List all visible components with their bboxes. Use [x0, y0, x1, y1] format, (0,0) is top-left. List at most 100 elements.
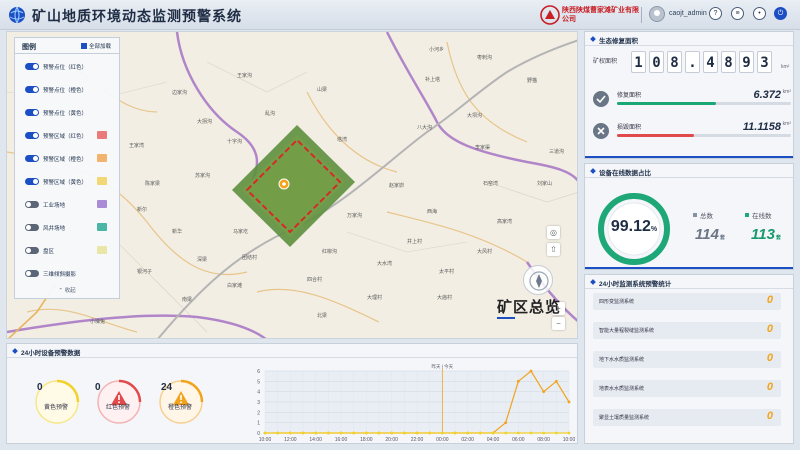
monitor-system-name: 四形变监测系统 — [599, 299, 635, 305]
select-all-checkbox[interactable]: 全部加载 — [81, 42, 111, 50]
chart-point — [466, 431, 470, 435]
layer-toggle[interactable] — [25, 86, 39, 93]
restored-area-label: 修复面积 — [617, 93, 642, 99]
layer-toggle[interactable] — [25, 155, 39, 162]
zoom-out-button[interactable]: − — [552, 317, 565, 330]
monitor-system-row[interactable]: 四形变监测系统 0 — [593, 293, 781, 310]
company-brand: 陕西陕煤曹家滩矿业有限公司 — [540, 3, 640, 27]
chart-point — [516, 431, 520, 435]
logout-icon[interactable]: ⏻ — [774, 7, 787, 20]
map-place-label: 红柳沟 — [322, 249, 338, 255]
chart-y-tick-label: 6 — [257, 369, 260, 375]
panel-header: 生态修复面积 — [585, 32, 793, 46]
map-place-label: 边家沟 — [172, 90, 188, 96]
map-place-label: 大坝沟 — [467, 113, 483, 119]
legend-item[interactable]: 三维倾斜摄影 — [15, 267, 119, 281]
legend-item-label: 预警区域（红色） — [43, 134, 88, 140]
red-warning-label: 红色预警 — [106, 405, 131, 411]
legend-item[interactable]: 盘区 — [15, 244, 119, 258]
legend-item-label: 预警点位（黄色） — [43, 111, 88, 117]
checkbox-checked-icon[interactable] — [81, 43, 87, 49]
legend-item[interactable]: 预警区域（黄色） — [15, 175, 119, 189]
map-place-label: 白家滩 — [227, 283, 243, 289]
map-place-label: 枣刺沟 — [477, 55, 493, 61]
map-place-label: 乱沟 — [265, 111, 276, 117]
locate-icon[interactable]: ◎ — [547, 226, 560, 239]
header-divider — [641, 7, 642, 23]
monitor-system-name: 地下水水质监测系统 — [599, 357, 645, 363]
map-place-label: 马家圪 — [233, 229, 249, 235]
chart-point — [288, 431, 292, 435]
chart-point — [554, 379, 558, 383]
map-place-label: 大理村 — [367, 295, 383, 301]
area-digit: 9 — [739, 51, 754, 73]
legend-item[interactable]: 预警区域（橙色） — [15, 152, 119, 166]
layer-toggle[interactable] — [25, 109, 39, 116]
chart-x-tick-label: 22:00 — [411, 437, 424, 443]
avatar[interactable] — [649, 6, 665, 22]
layer-toggle[interactable] — [25, 132, 39, 139]
layer-toggle[interactable] — [25, 178, 39, 185]
legend-swatch — [97, 131, 107, 139]
bell-icon[interactable]: • — [753, 7, 766, 20]
map-place-label: 南梁 — [182, 297, 193, 303]
damaged-area-label: 损毁面积 — [617, 125, 642, 131]
legend-item[interactable]: 风井场地 — [15, 221, 119, 235]
monitor-system-row[interactable]: 聚显土壤质量监测系统 0 — [593, 409, 781, 426]
map-place-label: 苏家沟 — [195, 173, 211, 179]
monitor-system-count: 0 — [766, 381, 773, 393]
north-arrow-icon[interactable]: ⇧ — [547, 243, 560, 256]
chart-point — [326, 431, 330, 435]
restored-area-row: 修复面积 6.372 km² — [593, 88, 791, 112]
map-place-label: 新华 — [172, 229, 183, 235]
panel-title: 生态修复面积 — [599, 38, 638, 45]
damaged-area-unit: km² — [782, 121, 791, 127]
legend-header: 图例 全部加载 — [15, 38, 119, 54]
legend-item[interactable]: 预警点位（黄色） — [15, 106, 119, 120]
map-place-label: 西海 — [427, 209, 438, 215]
chart-x-tick-label: 18:00 — [360, 437, 373, 443]
map-place-label: 太平村 — [439, 269, 455, 275]
chart-point — [478, 431, 482, 435]
map-place-label: 大拐沟 — [197, 119, 213, 125]
monitor-system-row[interactable]: 地下水水质监测系统 0 — [593, 351, 781, 368]
layer-toggle[interactable] — [25, 247, 39, 254]
map-place-label: 四合村 — [307, 277, 323, 283]
map-place-label: 高家湾 — [497, 219, 513, 225]
chart-point — [263, 431, 267, 435]
layer-toggle[interactable] — [25, 63, 39, 70]
chart-point — [339, 431, 343, 435]
legend-swatch — [97, 246, 107, 254]
username[interactable]: caojt_admin — [669, 10, 707, 17]
layer-toggle[interactable] — [25, 201, 39, 208]
chart-point — [516, 379, 520, 383]
map-place-label: 赵家峁 — [389, 183, 405, 189]
panel-title: 设备在线数据占比 — [599, 170, 651, 177]
chart-x-tick-label: 20:00 — [385, 437, 398, 443]
legend-item[interactable]: 预警点位（红色） — [15, 60, 119, 74]
chart-x-tick-label: 10:00 — [259, 437, 272, 443]
legend-item[interactable]: 工业场地 — [15, 198, 119, 212]
chart-x-tick-label: 02:00 — [461, 437, 474, 443]
help-icon[interactable]: ? — [709, 7, 722, 20]
monitor-system-row[interactable]: 智能大量程裂缝监测系统 0 — [593, 322, 781, 339]
compass-icon[interactable] — [523, 265, 553, 295]
legend-swatch — [97, 223, 107, 231]
legend-panel: 图例 全部加载 预警点位（红色） 预警点位（橙色） 预警点位（黄色） 预警区域（红色）… — [14, 37, 120, 299]
monitor-system-count: 0 — [766, 410, 773, 422]
legend-collapse-button[interactable]: ⌃ 收起 — [15, 286, 119, 298]
layer-toggle[interactable] — [25, 224, 39, 231]
chart-x-tick-label: 16:00 — [335, 437, 348, 443]
chart-point — [276, 431, 280, 435]
legend-item[interactable]: 预警区域（红色） — [15, 129, 119, 143]
legend-item-label: 盘区 — [43, 249, 55, 255]
map-place-label: 十字沟 — [227, 139, 243, 145]
layer-toggle[interactable] — [25, 270, 39, 277]
mining-area-label: 矿权面积 — [593, 59, 618, 65]
monitor-system-row[interactable]: 地表水水质监测系统 0 — [593, 380, 781, 397]
area-digit: . — [685, 51, 700, 73]
legend-collapse-label: 收起 — [64, 288, 76, 294]
legend-item[interactable]: 预警点位（橙色） — [15, 83, 119, 97]
chart-point — [542, 390, 546, 394]
layers-icon[interactable]: ≡ — [731, 7, 744, 20]
